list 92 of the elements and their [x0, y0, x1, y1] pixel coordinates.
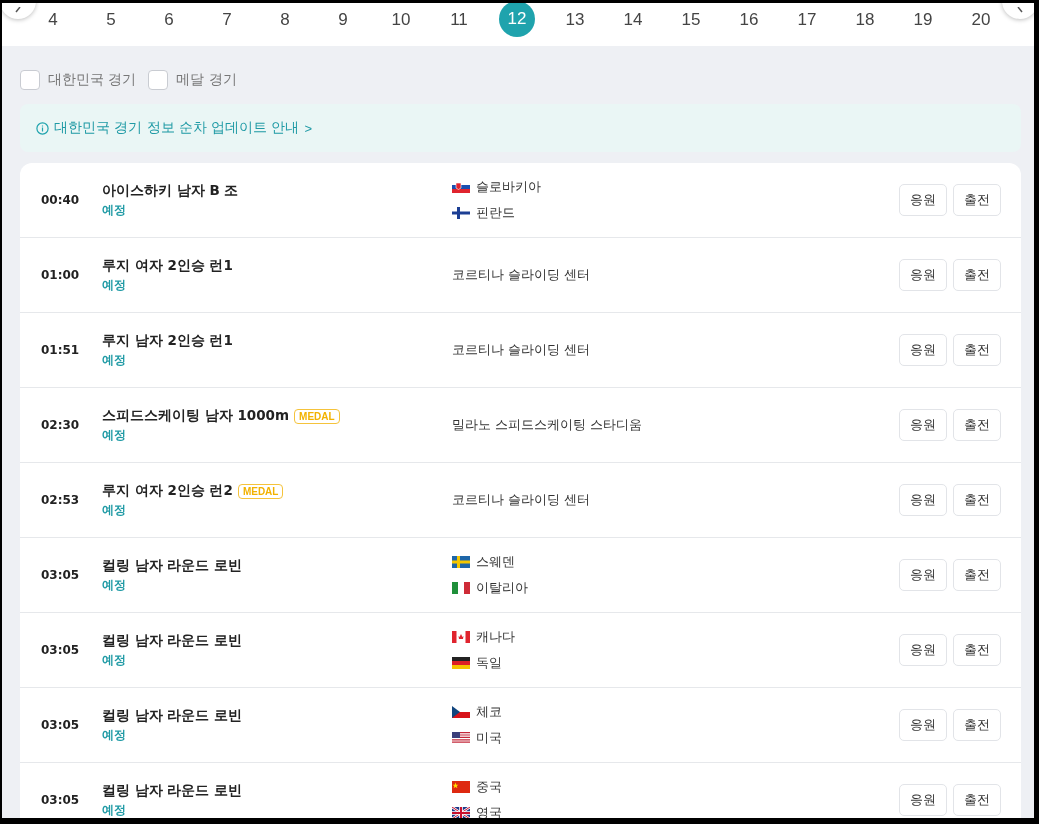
event-time: 02:53: [41, 493, 81, 507]
team-name: 슬로바키아: [476, 178, 541, 196]
event-title: 루지 여자 2인승 런2: [102, 482, 233, 500]
date-tab[interactable]: 7: [208, 3, 246, 37]
event-title: 루지 남자 2인승 런1: [102, 332, 233, 350]
event-status: 예정: [102, 353, 127, 368]
date-tab[interactable]: 18: [846, 3, 884, 37]
flag-icon: [452, 556, 470, 568]
event-status: 예정: [102, 578, 127, 593]
cheer-button[interactable]: 응원: [899, 709, 947, 741]
flag-icon: [452, 657, 470, 669]
event-status: 예정: [102, 653, 127, 668]
entry-button[interactable]: 출전: [953, 559, 1001, 591]
cheer-button[interactable]: 응원: [899, 634, 947, 666]
entry-button[interactable]: 출전: [953, 409, 1001, 441]
entry-button[interactable]: 출전: [953, 634, 1001, 666]
team-name: 이탈리아: [476, 579, 528, 597]
event-title: 아이스하키 남자 B 조: [102, 182, 239, 200]
venue-name: 코르티나 슬라이딩 센터: [452, 266, 592, 284]
event-time: 01:51: [41, 343, 81, 357]
cheer-button[interactable]: 응원: [899, 559, 947, 591]
flag-icon: [452, 781, 470, 793]
event-time: 03:05: [41, 793, 81, 807]
venue-name: 코르티나 슬라이딩 센터: [452, 341, 592, 359]
checkbox-label: 메달 경기: [176, 71, 237, 89]
flag-icon: [452, 706, 470, 718]
event-status: 예정: [102, 803, 127, 818]
flag-icon: [452, 207, 470, 219]
cheer-button[interactable]: 응원: [899, 334, 947, 366]
checkbox[interactable]: [148, 70, 169, 90]
date-tab[interactable]: 16: [730, 3, 768, 37]
date-tab[interactable]: 19: [904, 3, 942, 37]
cheer-button[interactable]: 응원: [899, 184, 947, 216]
team-name: 미국: [476, 729, 502, 747]
date-tab[interactable]: 5: [92, 3, 130, 37]
event-title: 컬링 남자 라운드 로빈: [102, 707, 243, 725]
entry-button[interactable]: 출전: [953, 484, 1001, 516]
event-title: 스피드스케이팅 남자 1000m: [102, 407, 290, 425]
date-tab[interactable]: 20: [962, 3, 1000, 37]
event-title: 컬링 남자 라운드 로빈: [102, 632, 243, 650]
checkbox-label: 대한민국 경기: [48, 71, 137, 89]
notice-text: 대한민국 경기 정보 순차 업데이트 안내: [54, 119, 300, 137]
entry-button[interactable]: 출전: [953, 184, 1001, 216]
event-time: 02:30: [41, 418, 81, 432]
cheer-button[interactable]: 응원: [899, 484, 947, 516]
event-status: 예정: [102, 278, 127, 293]
date-tab[interactable]: 14: [614, 3, 652, 37]
team-name: 체코: [476, 703, 502, 721]
event-time: 03:05: [41, 718, 81, 732]
team-name: 스웨덴: [476, 553, 515, 571]
flag-icon: [452, 181, 470, 193]
cheer-button[interactable]: 응원: [899, 784, 947, 816]
date-tab[interactable]: 13: [556, 3, 594, 37]
date-tab[interactable]: 15: [672, 3, 710, 37]
cheer-button[interactable]: 응원: [899, 259, 947, 291]
event-status: 예정: [102, 428, 127, 443]
event-title: 컬링 남자 라운드 로빈: [102, 782, 243, 800]
event-title: 루지 여자 2인승 런1: [102, 257, 233, 275]
date-tab[interactable]: 10: [382, 3, 420, 37]
entry-button[interactable]: 출전: [953, 784, 1001, 816]
date-tab[interactable]: 4: [34, 3, 72, 37]
event-title: 컬링 남자 라운드 로빈: [102, 557, 243, 575]
date-tab[interactable]: 8: [266, 3, 304, 37]
team-name: 독일: [476, 654, 502, 672]
event-time: 03:05: [41, 643, 81, 657]
date-tab[interactable]: 6: [150, 3, 188, 37]
medal-badge: MEDAL: [294, 408, 340, 424]
venue-name: 밀라노 스피드스케이팅 스타디움: [452, 416, 644, 434]
event-time: 01:00: [41, 268, 81, 282]
event-time: 03:05: [41, 568, 81, 582]
flag-icon: [452, 732, 470, 744]
team-name: 캐나다: [476, 628, 515, 646]
event-status: 예정: [102, 203, 127, 218]
date-tab[interactable]: 17: [788, 3, 826, 37]
date-tab[interactable]: 11: [440, 3, 478, 37]
entry-button[interactable]: 출전: [953, 259, 1001, 291]
cheer-button[interactable]: 응원: [899, 409, 947, 441]
entry-button[interactable]: 출전: [953, 709, 1001, 741]
event-status: 예정: [102, 728, 127, 743]
flag-icon: [452, 631, 470, 643]
event-time: 00:40: [41, 193, 81, 207]
event-status: 예정: [102, 503, 127, 518]
checkbox[interactable]: [20, 70, 40, 90]
medal-badge: MEDAL: [237, 483, 284, 499]
team-name: 핀란드: [476, 204, 515, 222]
entry-button[interactable]: 출전: [953, 334, 1001, 366]
date-tab[interactable]: 9: [324, 3, 362, 37]
chevron-icon: >: [304, 120, 313, 136]
info-icon: [36, 121, 49, 135]
flag-icon: [452, 582, 470, 594]
team-name: 중국: [476, 778, 502, 796]
venue-name: 코르티나 슬라이딩 센터: [452, 491, 592, 509]
